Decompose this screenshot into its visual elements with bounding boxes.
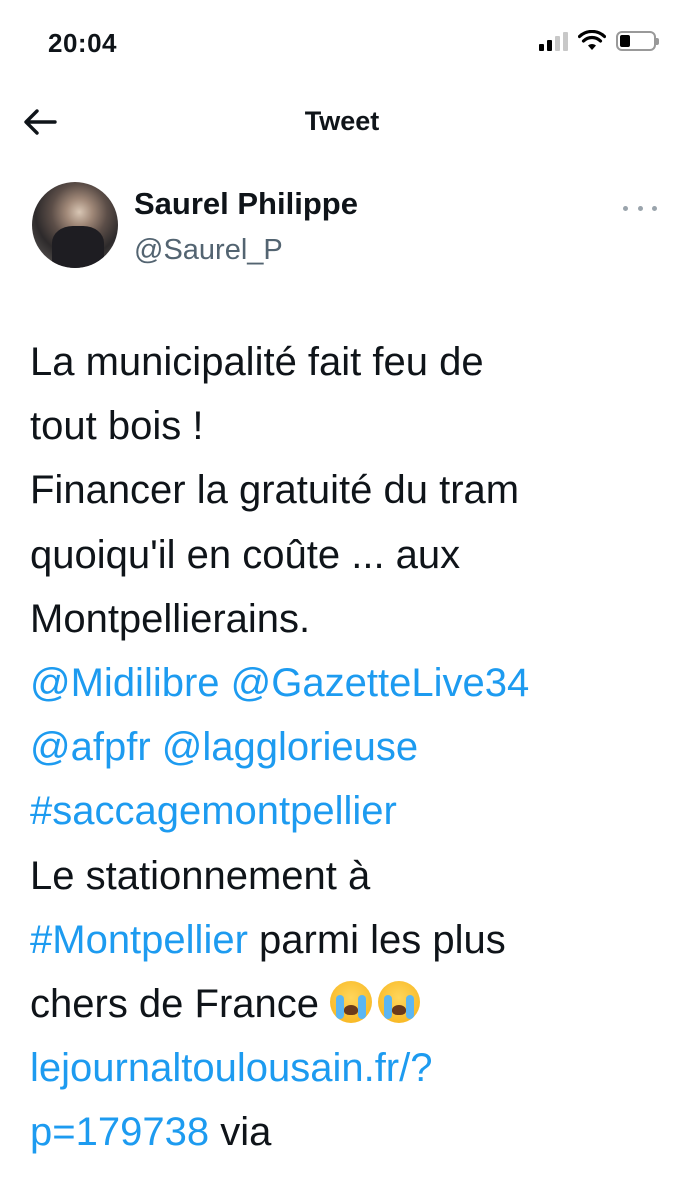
hashtag-link[interactable]: #saccagemontpellier [30, 789, 397, 833]
mention-link[interactable]: @afpfr [30, 725, 151, 769]
tweet-text: La municipalité fait feu de tout bois ! … [30, 330, 660, 1165]
status-icons [539, 30, 659, 52]
tweet-line: lejournaltoulousain.fr/? [30, 1036, 660, 1100]
battery-icon [616, 31, 659, 51]
hashtag-link[interactable]: #Montpellier [30, 918, 248, 962]
page-title: Tweet [304, 106, 380, 136]
tweet-line: Montpellierains. [30, 596, 311, 641]
status-bar: 20:04 [0, 0, 684, 84]
tweet-line: @afpfr @lagglorieuse [30, 715, 660, 779]
tweet-line: #saccagemontpellier [30, 779, 660, 843]
tweet-line: quoiqu'il en coûte ... aux [30, 532, 461, 577]
author-name[interactable]: Saurel Philippe [134, 186, 358, 222]
tweet-line: Financer la gratuité du tram [30, 468, 520, 513]
tweet-text-segment: chers de France [30, 982, 320, 1027]
more-options-button[interactable] [623, 200, 657, 216]
wifi-icon [578, 30, 606, 50]
mention-link[interactable]: @Midilibre [30, 661, 220, 705]
mention-link[interactable]: @GazetteLive34 [231, 661, 530, 705]
tweet-line: chers de France [30, 972, 660, 1036]
url-link[interactable]: p=179738 [30, 1110, 209, 1154]
cellular-signal-icon [539, 31, 568, 51]
mention-link[interactable]: @lagglorieuse [162, 725, 418, 769]
url-link[interactable]: lejournaltoulousain.fr/? [30, 1046, 432, 1090]
tweet-line: tout bois ! [30, 404, 204, 449]
tweet-line: Le stationnement à [30, 853, 371, 898]
tweet-text-segment: parmi les plus [247, 917, 506, 962]
loudly-crying-face-icon [330, 981, 373, 1024]
tweet-line: @Midilibre @GazetteLive34 [30, 651, 660, 715]
tweet-line: La municipalité fait feu de [30, 340, 484, 384]
avatar[interactable] [32, 182, 118, 268]
tweet-line: #Montpellier parmi les plus [30, 908, 660, 972]
more-dots-icon [623, 205, 628, 211]
author-handle[interactable]: @Saurel_P [134, 234, 283, 267]
tweet-text-segment: via [209, 1110, 272, 1155]
tweet-author: Saurel Philippe @Saurel_P [32, 180, 657, 280]
status-time: 20:04 [48, 28, 117, 58]
loudly-crying-face-icon [378, 981, 421, 1024]
nav-bar: Tweet [0, 90, 684, 154]
tweet-line: p=179738 via [30, 1100, 660, 1164]
